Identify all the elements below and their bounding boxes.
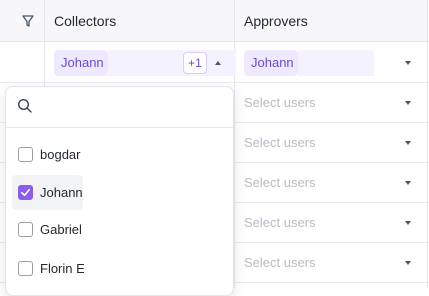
list-item[interactable]: Johann (12, 175, 83, 210)
approvers-select[interactable]: Select users (244, 92, 422, 114)
list-item[interactable]: Gabriel (12, 215, 232, 243)
option-label: Florin E (40, 261, 84, 276)
chevron-down-icon[interactable] (405, 101, 411, 105)
select-placeholder: Select users (244, 215, 316, 230)
select-placeholder: Select users (244, 175, 316, 190)
option-label: Johann (40, 185, 83, 200)
chevron-down-icon[interactable] (405, 141, 411, 145)
chevron-down-icon[interactable] (405, 61, 411, 65)
column-header-approvers[interactable]: Approvers (244, 13, 308, 29)
chip-fade (298, 50, 374, 76)
checkbox[interactable] (18, 222, 33, 237)
checkmark-icon (21, 188, 30, 197)
list-item[interactable]: bogdar (12, 141, 232, 169)
filter-icon[interactable] (20, 13, 36, 29)
checkbox[interactable] (18, 185, 33, 200)
divider (6, 127, 233, 128)
approvers-select[interactable]: Johann (244, 50, 422, 76)
column-header-collectors[interactable]: Collectors (54, 13, 116, 29)
select-placeholder: Select users (244, 255, 316, 270)
column-divider (427, 0, 428, 288)
collectors-select[interactable]: Johann +1 (54, 50, 236, 76)
approvers-select[interactable]: Select users (244, 252, 422, 274)
chevron-down-icon[interactable] (405, 181, 411, 185)
select-placeholder: Select users (244, 135, 316, 150)
checkbox[interactable] (18, 261, 33, 276)
chevron-up-icon[interactable] (215, 61, 221, 65)
more-users-badge[interactable]: +1 (183, 52, 207, 74)
user-select-dropdown: bogdar Johann Gabriel Florin E (5, 86, 234, 296)
approvers-select[interactable]: Select users (244, 212, 422, 234)
chevron-down-icon[interactable] (405, 261, 411, 265)
user-chip: Johann (244, 50, 298, 76)
column-divider (234, 0, 235, 288)
chevron-down-icon[interactable] (405, 221, 411, 225)
list-item[interactable]: Florin E (12, 254, 232, 282)
option-label: bogdar (40, 147, 81, 162)
checkbox[interactable] (18, 147, 33, 162)
row-divider (0, 82, 429, 83)
approvers-select[interactable]: Select users (244, 172, 422, 194)
user-chip: Johann (54, 50, 108, 76)
user-search-input[interactable] (40, 95, 225, 119)
option-label: Gabriel (40, 222, 82, 237)
approvers-select[interactable]: Select users (244, 132, 422, 154)
select-placeholder: Select users (244, 95, 316, 110)
search-icon (17, 98, 32, 113)
